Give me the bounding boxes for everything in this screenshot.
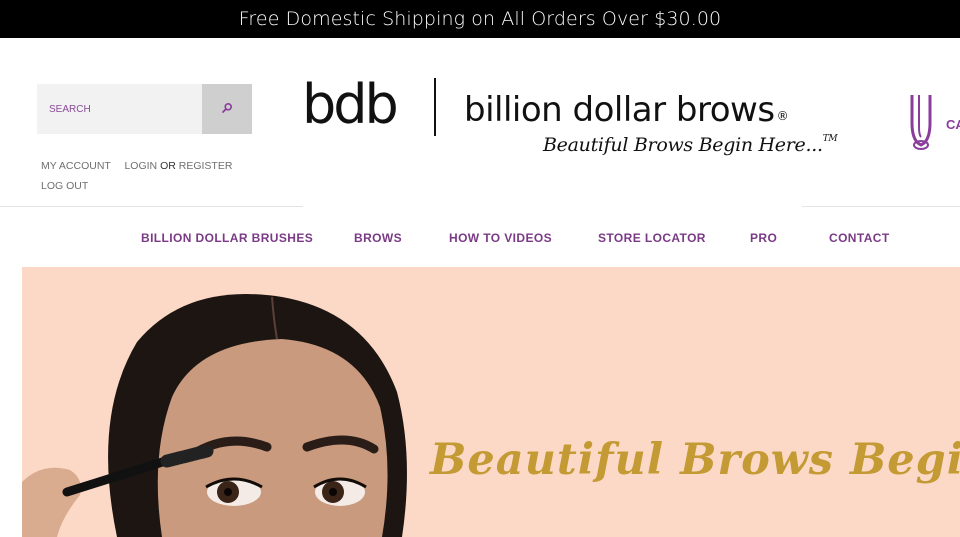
hero-model-image <box>22 294 407 537</box>
announcement-bar: Free Domestic Shipping on All Orders Ove… <box>0 0 960 38</box>
nav-item-brows[interactable]: BROWS <box>354 231 402 245</box>
search-icon <box>221 102 233 117</box>
cart-link[interactable]: CA <box>906 94 960 154</box>
or-text: OR <box>160 160 176 172</box>
logo-divider <box>434 78 436 136</box>
hero-banner[interactable]: Beautiful Brows Begin Here. <box>22 267 960 537</box>
site-logo[interactable]: bdb billion dollar brows ® Beautiful Brow… <box>300 73 838 164</box>
logo-tagline: Beautiful Brows Begin Here...TM <box>543 134 838 156</box>
logo-wordmark-text: billion dollar brows <box>464 90 775 130</box>
search-button[interactable] <box>202 84 252 134</box>
search-form <box>37 84 252 134</box>
main-nav: BILLION DOLLAR BRUSHES BROWS HOW TO VIDE… <box>0 207 960 267</box>
register-link[interactable]: REGISTER <box>179 160 233 172</box>
search-input[interactable] <box>37 84 202 134</box>
logo-wordmark: billion dollar brows ® <box>464 88 789 132</box>
announcement-text: Free Domestic Shipping on All Orders Ove… <box>238 8 722 30</box>
account-links: MY ACCOUNT LOGIN OR REGISTER LOG OUT <box>41 156 241 196</box>
hero-tagline: Beautiful Brows Begin Here. <box>430 435 960 485</box>
nav-item-billion-dollar-brushes[interactable]: BILLION DOLLAR BRUSHES <box>141 231 313 245</box>
cart-label: CA <box>946 116 960 132</box>
nav-item-store-locator[interactable]: STORE LOCATOR <box>598 231 706 245</box>
nav-item-how-to-videos[interactable]: HOW TO VIDEOS <box>449 231 552 245</box>
nav-item-pro[interactable]: PRO <box>750 231 777 245</box>
nav-item-contact[interactable]: CONTACT <box>829 231 890 245</box>
login-link[interactable]: LOGIN <box>124 160 157 172</box>
trademark-mark: TM <box>822 134 838 144</box>
logo-tagline-text: Beautiful Brows Begin Here... <box>543 134 823 156</box>
cart-icon <box>906 93 936 156</box>
logo-mark: bdb <box>302 73 399 136</box>
registered-mark: ® <box>776 109 789 123</box>
site-header: MY ACCOUNT LOGIN OR REGISTER LOG OUT bdb… <box>0 38 960 206</box>
my-account-link[interactable]: MY ACCOUNT <box>41 160 111 172</box>
logout-link[interactable]: LOG OUT <box>41 180 88 192</box>
